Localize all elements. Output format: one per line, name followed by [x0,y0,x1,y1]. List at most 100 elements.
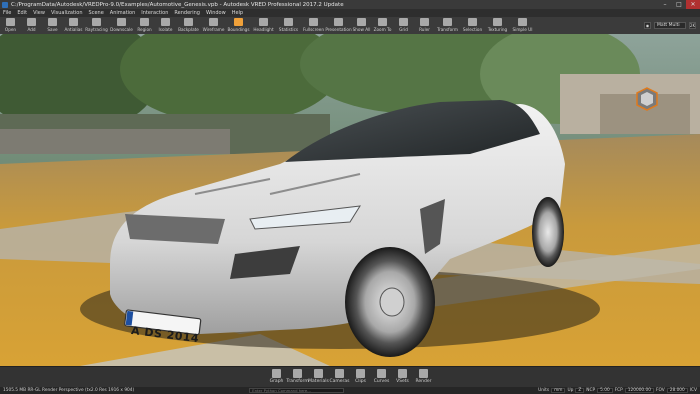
toolbar-presentation-button[interactable]: Presentation [325,17,352,34]
toolbar-selection-button[interactable]: Selection [460,17,485,34]
toolbar-texturing-button[interactable]: Texturing [485,17,510,34]
close-button[interactable]: ✕ [686,0,700,9]
region-icon [140,18,149,26]
grid-icon [399,18,408,26]
toolbar-label: Statistics [278,27,299,32]
toolbar-label: Grid [399,27,408,32]
menu-scene[interactable]: Scene [86,10,107,16]
toolbar-label: Open [4,27,17,32]
texturing-icon [493,18,502,26]
wireframe-icon [209,18,218,26]
graph-button[interactable]: Graph [266,367,287,384]
toolbar-fullscreen-button[interactable]: Fullscreen [301,17,326,34]
toolbar-show-all-button[interactable]: Show All [351,17,372,34]
status-left: 1505.5 MB RR-GL Render Perspective (tx2.… [0,388,134,393]
module-label: Transform [286,379,309,384]
backplate-icon [184,18,193,26]
toolbar-raytracing-button[interactable]: Raytracing [84,17,109,34]
menu-view[interactable]: View [30,10,48,16]
simple-ui-icon [518,18,527,26]
toolbar-zoom-to-button[interactable]: Zoom To [372,17,393,34]
render-info: Render Perspective (tx2.0 Res 1916 x 904… [42,388,135,393]
boundings-icon [234,18,243,26]
toolbar-add-button[interactable]: Add [21,17,42,34]
render-icon [419,369,428,378]
module-label: Materials [308,379,329,384]
toolbar-downscale-button[interactable]: Downscale [109,17,134,34]
fov-field[interactable]: 28.000 [666,388,688,393]
menu-help[interactable]: Help [229,10,246,16]
menu-file[interactable]: File [0,10,14,16]
toolbar-isolate-button[interactable]: Isolate [155,17,176,34]
cameras-button[interactable]: Cameras [329,367,350,384]
toolbar-boundings-button[interactable]: Boundings [226,17,251,34]
toolbar-wireframe-button[interactable]: Wireframe [201,17,226,34]
render-mode: RR-GL [27,388,41,393]
menu-animation[interactable]: Animation [107,10,139,16]
vred-app-icon [2,1,8,8]
camera-mode-icon[interactable]: ◉ [644,22,651,29]
curves-button[interactable]: Curves [371,367,392,384]
navigation-cube-icon[interactable] [636,87,658,111]
antialias-icon [69,18,78,26]
fcp-field[interactable]: 120000.00 [624,388,655,393]
toolbar-save-button[interactable]: Save [42,17,63,34]
toolbar-statistics-button[interactable]: Statistics [276,17,301,34]
toolbar-label: Headlight [253,27,274,32]
resolution-button[interactable]: 2K [689,22,696,29]
rendered-scene [0,34,700,366]
units-select[interactable]: mm [551,388,566,393]
headlight-icon [259,18,268,26]
toolbar-region-button[interactable]: Region [134,17,155,34]
transform-module-button[interactable]: Transform [286,367,309,384]
camera-combo[interactable]: Matt Multi [654,22,686,29]
toolbar-ruler-button[interactable]: Ruler [414,17,435,34]
toolbar-label: Region [137,27,152,32]
selection-icon [468,18,477,26]
toolbar-label: Transform [437,27,458,32]
toolbar-label: Selection [462,27,483,32]
ruler-icon [420,18,429,26]
minimize-button[interactable]: – [658,0,672,9]
toolbar-label: Save [47,27,58,32]
menu-interaction[interactable]: Interaction [138,10,171,16]
menu-visualization[interactable]: Visualization [48,10,86,16]
maximize-button[interactable]: □ [672,0,686,9]
module-label: Curves [373,379,390,384]
toolbar-open-button[interactable]: Open [0,17,21,34]
materials-button[interactable]: Materials [308,367,329,384]
ncp-field[interactable]: 5.00 [597,388,613,393]
render-button[interactable]: Render [413,367,434,384]
menu-edit[interactable]: Edit [14,10,30,16]
vsets-icon [398,369,407,378]
module-label: Graph [269,379,284,384]
module-label: Cameras [329,379,350,384]
toolbar-label: Ruler [419,27,430,32]
toolbar-label: Texturing [487,27,508,32]
python-command-input[interactable]: Enter Python Command here... [249,388,345,393]
transform-icon [293,369,302,378]
toolbar-label: Simple UI [512,27,533,32]
isolate-icon [161,18,170,26]
menu-rendering[interactable]: Rendering [171,10,203,16]
ncp-label: NCP [586,388,596,393]
cameras-icon [335,369,344,378]
toolbar-grid-button[interactable]: Grid [393,17,414,34]
up-axis-select[interactable]: Z [575,388,585,393]
fcp-label: FCP [614,388,623,393]
toolbar-transform-button[interactable]: Transform [435,17,460,34]
status-bar: 1505.5 MB RR-GL Render Perspective (tx2.… [0,387,700,394]
toolbar-label: Presentation [325,27,352,32]
materials-icon [314,369,323,378]
downscale-icon [117,18,126,26]
toolbar-headlight-button[interactable]: Headlight [251,17,276,34]
menu-window[interactable]: Window [203,10,229,16]
clips-button[interactable]: Clips [350,367,371,384]
render-viewport[interactable]: A DS 2014 [0,34,700,366]
toolbar-simple-ui-button[interactable]: Simple UI [510,17,535,34]
toolbar-antialias-button[interactable]: Antialias [63,17,84,34]
toolbar-label: Zoom To [373,27,392,32]
toolbar-backplate-button[interactable]: Backplate [176,17,201,34]
vsets-button[interactable]: VSets [392,367,413,384]
raytracing-icon [92,18,101,26]
